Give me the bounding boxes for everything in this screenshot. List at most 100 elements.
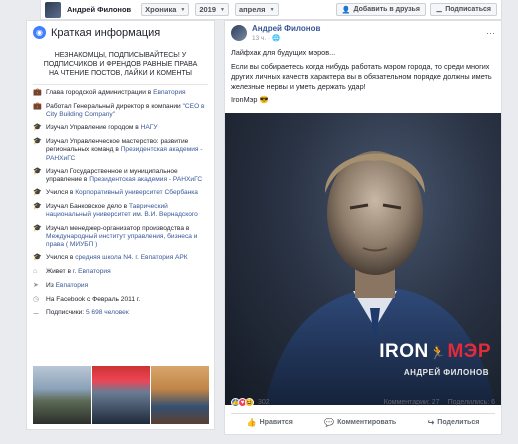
comments-count[interactable]: Комментарии: 27 <box>384 399 440 406</box>
intro-item-link[interactable]: 5 698 человек <box>86 309 129 316</box>
brand-mer: МЭР <box>447 341 491 362</box>
intro-item: ◷ На Facebook с Февраль 2011 г. <box>33 296 208 305</box>
graduation-icon: 🎓 <box>33 203 42 211</box>
post-meta: Андрей Филонов 13 ч. · 🌐 <box>252 24 320 42</box>
brand-iron: IRON <box>379 341 429 362</box>
intro-item: 🎓 Изучал Банковское дело в Таврический на… <box>33 203 208 219</box>
intro-item-link[interactable]: г. Евпатория <box>73 268 111 275</box>
photo-thumbnail[interactable] <box>92 366 150 424</box>
intro-item-link[interactable]: Президентская академия - РАНХиГС <box>89 176 202 183</box>
globe-icon: 🌐 <box>272 35 281 42</box>
graduation-icon: 🎓 <box>33 189 42 197</box>
intro-item-label: Из <box>46 281 56 289</box>
share-label: Поделиться <box>437 419 480 426</box>
comment-button[interactable]: 💬 Комментировать <box>324 418 396 427</box>
globe-icon: ◉ <box>33 26 46 39</box>
intro-item-label: На Facebook с Февраль 2011 г. <box>46 295 141 303</box>
add-friend-button[interactable]: 👤 Добавить в друзья <box>335 3 426 16</box>
graduation-icon: 🎓 <box>33 138 42 146</box>
intro-item: 🎓 Изучал менеджер-организатор производств… <box>33 225 208 250</box>
intro-item: ➤ Из Евпатория <box>33 282 208 291</box>
intro-item-text: Изучал Банковское дело в Таврический нац… <box>46 203 208 219</box>
intro-item-text: Работал Генеральный директор в компании … <box>46 103 208 119</box>
post-line: Если вы собираетесь когда нибудь работат… <box>231 61 492 91</box>
briefcase-icon: 💼 <box>33 103 42 110</box>
intro-item-label: Живет в <box>46 268 73 276</box>
profile-avatar[interactable] <box>45 1 61 18</box>
intro-item: 🎓 Изучал Управленческое мастерство: разви… <box>33 138 208 163</box>
intro-item-label: Изучал Банковское дело в <box>46 203 129 211</box>
intro-item-text: На Facebook с Февраль 2011 г. <box>46 296 140 304</box>
post-author-name[interactable]: Андрей Филонов <box>252 24 320 33</box>
photo-thumbnail[interactable] <box>151 366 209 424</box>
graduation-icon: 🎓 <box>33 167 42 175</box>
post-line: IronMэр 😎 <box>231 95 269 105</box>
shares-count[interactable]: Поделились: 6 <box>448 399 495 406</box>
rss-icon: ⚊ <box>33 309 40 317</box>
intro-item: 🎓 Учился в Корпоративный университет Сбер… <box>33 189 208 198</box>
post-timestamp[interactable]: 13 ч. · 🌐 <box>252 34 320 42</box>
timeline-dropdown[interactable]: Хроника ▼ <box>141 3 190 16</box>
intro-item: 🎓 Учился в средняя школа N4. г. Евпатория… <box>33 254 208 263</box>
brand-logo: IRON🏃МЭР <box>379 341 491 363</box>
intro-item: 🎓 Изучал Государственное и муниципальное … <box>33 168 208 184</box>
share-button[interactable]: ↪ Поделиться <box>428 418 480 427</box>
intro-item-link[interactable]: Евпатория <box>153 89 186 96</box>
more-options-icon[interactable]: ··· <box>486 28 495 38</box>
post-text: Лайфхак для будущих мэров... Если вы соб… <box>225 45 501 112</box>
timeline-label: Хроника <box>145 5 177 14</box>
location-icon: ➤ <box>33 281 39 289</box>
intro-item-link[interactable]: Корпоративный университет Сбербанка <box>75 189 198 196</box>
intro-item-text: Глава городской администрации в Евпатори… <box>46 89 186 97</box>
year-label: 2019 <box>199 5 217 14</box>
intro-item-link[interactable]: НАГУ <box>141 124 158 131</box>
month-dropdown[interactable]: апреля ▼ <box>234 3 279 16</box>
graduation-icon: 🎓 <box>33 254 42 262</box>
intro-item-text: Изучал Государственное и муниципальное у… <box>46 168 208 184</box>
intro-item: 💼 Работал Генеральный директор в компании… <box>33 103 208 119</box>
intro-item: 🎓 Изучал Управление городом в НАГУ <box>33 124 208 133</box>
intro-item-link[interactable]: Евпатория <box>56 282 89 289</box>
intro-title: Краткая информация <box>51 26 161 39</box>
image-subtitle: АНДРЕЙ ФИЛОНОВ <box>403 368 489 377</box>
share-icon: ↪ <box>427 418 435 427</box>
rss-icon: ⚊ <box>435 6 443 14</box>
intro-list: 💼 Глава городской администрации в Евпатор… <box>27 85 214 318</box>
post-author-avatar[interactable] <box>231 25 247 41</box>
clock-icon: ◷ <box>33 295 40 303</box>
graduation-icon: 🎓 <box>33 124 42 132</box>
intro-item-label: Изучал Управление городом в <box>46 124 141 132</box>
intro-item-link[interactable]: средняя школа N4. г. Евпатория АРК <box>75 254 187 261</box>
photo-grid <box>33 366 209 424</box>
intro-item-text: Живет в г. Евпатория <box>46 268 111 276</box>
chevron-down-icon: ▼ <box>220 6 225 13</box>
intro-item-text: Изучал менеджер-организатор производства… <box>46 225 208 250</box>
cover-navigation-bar: Андрей Филонов Хроника ▼ 2019 ▼ апреля ▼… <box>40 0 502 20</box>
reactions-bar: 👍 ♥ 😆 302 Комментарии: 27 Поделились: 6 <box>231 398 495 407</box>
post-card: Андрей Филонов 13 ч. · 🌐 ··· Лайфхак для… <box>224 20 502 435</box>
intro-item-text: Подписчики: 5 698 человек <box>46 309 129 317</box>
intro-item: ⌂ Живет в г. Евпатория <box>33 268 208 277</box>
comment-icon: 💬 <box>324 418 335 427</box>
intro-item-label: Учился в <box>46 189 76 197</box>
intro-item-text: Учился в Корпоративный университет Сберб… <box>46 189 198 197</box>
comment-label: Комментировать <box>337 419 397 426</box>
graduation-icon: 🎓 <box>33 224 42 232</box>
reactions-count[interactable]: 302 <box>258 399 270 406</box>
chevron-down-icon: ▼ <box>269 6 275 13</box>
haha-reaction-icon[interactable]: 😆 <box>245 398 254 407</box>
photo-thumbnail[interactable] <box>33 366 91 424</box>
add-friend-label: Добавить в друзья <box>353 6 420 13</box>
post-image[interactable]: IRON🏃МЭР АНДРЕЙ ФИЛОНОВ <box>225 113 501 405</box>
post-line: Лайфхак для будущих мэров... <box>231 48 336 57</box>
home-icon: ⌂ <box>33 268 38 276</box>
intro-item-label: Глава городской администрации в <box>46 89 154 97</box>
post-header: Андрей Филонов 13 ч. · 🌐 ··· <box>225 21 501 45</box>
running-man-icon: 🏃 <box>429 345 447 360</box>
profile-name[interactable]: Андрей Филонов <box>67 5 131 14</box>
briefcase-icon: 💼 <box>33 89 42 97</box>
subscribe-button[interactable]: ⚊ Подписаться <box>429 3 497 16</box>
intro-item-link[interactable]: Международный институт управления, бизне… <box>46 233 197 248</box>
like-button[interactable]: 👍 Нравится <box>247 418 293 427</box>
year-dropdown[interactable]: 2019 ▼ <box>195 3 229 16</box>
